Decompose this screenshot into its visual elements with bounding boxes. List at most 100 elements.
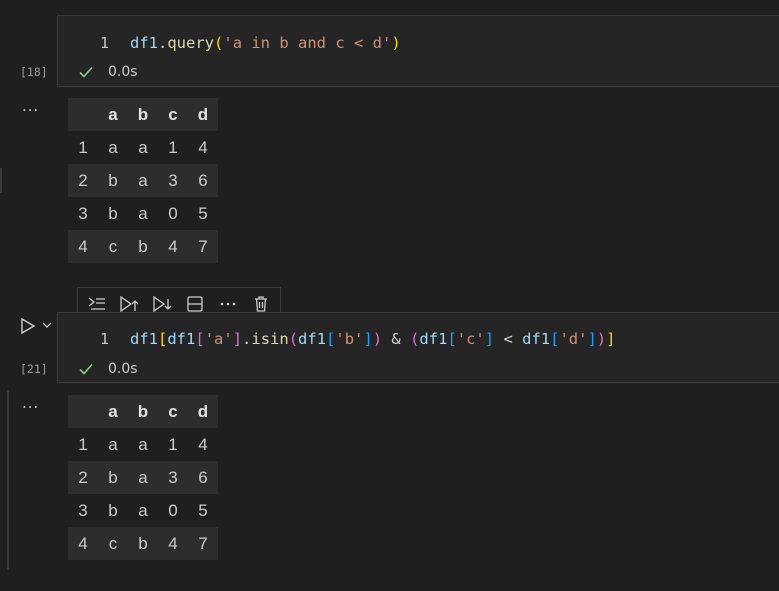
table-cell: a: [108, 434, 118, 454]
table-cell: a: [138, 137, 148, 157]
table-cell: a: [108, 137, 118, 157]
cell-1-editor[interactable]: 1 df1.query('a in b and c < d') 0.0s: [57, 15, 779, 87]
cell-1-code[interactable]: df1.query('a in b and c < d'): [130, 34, 401, 52]
table-cell: 3: [168, 467, 178, 487]
cell-2-status: 0.0s: [78, 359, 138, 379]
table-row: 2ba36: [68, 461, 218, 494]
code-token: [: [447, 330, 457, 348]
column-header: a: [108, 104, 118, 124]
table-cell: b: [138, 533, 148, 553]
table-cell: c: [108, 533, 118, 553]
table-cell: 6: [198, 467, 208, 487]
code-token: df1: [130, 34, 158, 52]
table-row: 3ba05: [68, 197, 218, 230]
code-token: 'd': [559, 330, 588, 348]
table-cell: 4: [198, 137, 208, 157]
table-cell: 7: [198, 533, 208, 553]
table-cell: a: [138, 434, 148, 454]
table-cell: 1: [168, 434, 178, 454]
cell-1-output-table: abcd1aa142ba363ba054cb47: [68, 98, 218, 263]
cell-2-exec-time: 0.0s: [108, 361, 138, 377]
code-token: df1: [522, 330, 551, 348]
code-token: [: [158, 330, 168, 348]
code-token: df1: [419, 330, 448, 348]
cell-2-output-more-icon[interactable]: ...: [22, 394, 39, 412]
column-header: [68, 395, 98, 428]
cell-2-focus-indicator: [7, 390, 9, 570]
table-row: 1aa14: [68, 428, 218, 461]
code-token: df1: [298, 330, 327, 348]
table-cell: c: [108, 236, 118, 256]
table-cell: 6: [198, 170, 208, 190]
cell-2-output-table: abcd1aa142ba363ba054cb47: [68, 395, 218, 560]
table-cell: b: [108, 203, 118, 223]
code-token: ]: [363, 330, 373, 348]
code-token: df1: [167, 330, 196, 348]
column-header: [68, 98, 98, 131]
table-cell: a: [138, 500, 148, 520]
cell-2-execution-count: [21]: [20, 362, 48, 376]
table-cell: 4: [168, 533, 178, 553]
table-cell: a: [138, 203, 148, 223]
code-token: .: [242, 330, 252, 348]
table-cell: 7: [198, 236, 208, 256]
column-header: b: [137, 401, 149, 421]
row-index: 1: [78, 137, 88, 157]
table-row: 2ba36: [68, 164, 218, 197]
row-index: 4: [78, 236, 88, 256]
code-token: ]: [606, 330, 616, 348]
table-cell: 4: [168, 236, 178, 256]
check-icon: [79, 66, 93, 78]
code-token: (: [288, 330, 299, 348]
table-cell: 5: [198, 500, 208, 520]
chevron-down-icon[interactable]: [41, 319, 53, 331]
table-row: 3ba05: [68, 494, 218, 527]
column-header: d: [197, 104, 209, 124]
code-token: ): [596, 330, 607, 348]
column-header: c: [168, 104, 178, 124]
table-cell: b: [108, 467, 118, 487]
table-cell: 0: [168, 203, 178, 223]
cell-2-editor[interactable]: 1 df1[df1['a'].isin(df1['b']) & (df1['c'…: [57, 312, 779, 383]
run-cell-icon[interactable]: [18, 316, 38, 336]
table-row: 4cb47: [68, 527, 218, 560]
table-cell: 3: [168, 170, 178, 190]
code-token: .: [158, 34, 168, 52]
table-cell: b: [108, 500, 118, 520]
cell-1-output-more-icon[interactable]: ...: [22, 97, 39, 115]
cell-1-line-number: 1: [100, 34, 110, 52]
table-cell: a: [138, 170, 148, 190]
code-token: 'a in b and c < d': [223, 34, 392, 52]
code-token: <: [494, 330, 523, 348]
table-cell: 4: [198, 434, 208, 454]
code-token: ]: [232, 330, 243, 348]
code-token: ): [391, 34, 401, 52]
check-icon: [79, 363, 93, 375]
column-header: d: [197, 401, 209, 421]
code-token: isin: [251, 330, 289, 348]
cell-1-exec-time: 0.0s: [108, 64, 138, 80]
cell-1-status: 0.0s: [78, 62, 138, 82]
table-header-row: abcd: [68, 395, 218, 428]
cell-1-side-marker: [0, 168, 2, 193]
row-index: 4: [78, 533, 88, 553]
code-token: &: [382, 330, 411, 348]
cell-1-execution-count: [18]: [20, 65, 48, 79]
row-index: 2: [78, 467, 88, 487]
row-index: 3: [78, 203, 88, 223]
code-token: [: [326, 330, 336, 348]
column-header: c: [168, 401, 178, 421]
code-token: 'b': [335, 330, 364, 348]
table-cell: b: [138, 236, 148, 256]
table-cell: 1: [168, 137, 178, 157]
table-cell: a: [138, 467, 148, 487]
code-token: [: [195, 330, 205, 348]
cell-2-line-number: 1: [100, 330, 110, 348]
code-token: 'c': [456, 330, 485, 348]
code-token: (: [214, 34, 224, 52]
code-token: df1: [130, 330, 158, 348]
cell-2-code[interactable]: df1[df1['a'].isin(df1['b']) & (df1['c'] …: [130, 330, 615, 348]
table-row: 4cb47: [68, 230, 218, 263]
code-token: 'a': [204, 330, 233, 348]
table-cell: 0: [168, 500, 178, 520]
